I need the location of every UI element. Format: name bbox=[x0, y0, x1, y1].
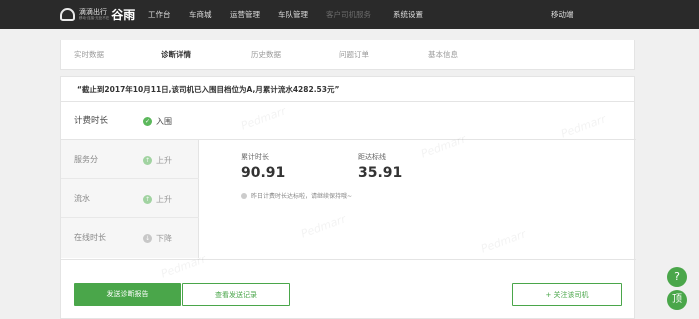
help-icon[interactable]: ? bbox=[667, 267, 687, 287]
follow-driver-button[interactable]: + 关注该司机 bbox=[512, 283, 622, 306]
tab-problem-orders[interactable]: 问题订单 bbox=[339, 40, 369, 70]
accumulated-time-label: 累计时长 bbox=[241, 153, 269, 161]
nav-settings[interactable]: 系统设置 bbox=[393, 0, 423, 29]
detail-tabs: 实时数据 诊断详情 历史数据 问题订单 基本信息 bbox=[60, 40, 635, 70]
check-icon: ✓ bbox=[143, 117, 152, 126]
tab-history-data[interactable]: 历史数据 bbox=[251, 40, 281, 70]
indicator-label: 在线时长 bbox=[74, 233, 106, 242]
accumulated-time-value: 90.91 bbox=[241, 165, 286, 181]
indicator-status-text: 上升 bbox=[156, 156, 172, 165]
nav-workbench[interactable]: 工作台 bbox=[148, 0, 171, 29]
tab-realtime-data[interactable]: 实时数据 bbox=[74, 40, 104, 70]
billing-time-row: 计费时长 ✓ 入围 bbox=[61, 102, 636, 140]
summary-notice-text: “截止到2017年10月11日,该司机已入围目档位为A,月累计流水4282.53… bbox=[77, 85, 340, 94]
indicator-label: 流水 bbox=[74, 194, 90, 203]
info-icon bbox=[241, 192, 247, 199]
indicator-list: 服务分 ↑ 上升 流水 ↑ 上升 在线时长 ↓ 下降 bbox=[61, 140, 199, 258]
mobile-link[interactable]: 移动端 bbox=[551, 0, 574, 29]
indicator-status-text: 上升 bbox=[156, 195, 172, 204]
billing-time-status-text: 入围 bbox=[156, 117, 172, 126]
indicator-status: ↓ 下降 bbox=[143, 233, 172, 244]
encouragement-tip-text: 昨日计费时长达标啦，请继续保持哦~ bbox=[251, 193, 353, 200]
brand-slogan: 移动·连接·无处不在 bbox=[79, 15, 110, 20]
indicator-row[interactable]: 流水 ↑ 上升 bbox=[61, 179, 199, 218]
billing-time-label: 计费时长 bbox=[74, 116, 109, 126]
indicator-status: ↑ 上升 bbox=[143, 155, 172, 166]
trend-up-icon: ↑ bbox=[143, 195, 152, 204]
top-navigation-bar: 滴滴出行 移动·连接·无处不在 谷雨 工作台 车商城 运营管理 车队管理 客户司… bbox=[0, 0, 699, 29]
section-divider bbox=[61, 259, 636, 260]
diagnosis-panel: 计费时长 ✓ 入围 服务分 ↑ 上升 流水 ↑ 上升 在线时长 ↓ 下降 累计时… bbox=[60, 102, 636, 319]
tab-basic-info[interactable]: 基本信息 bbox=[428, 40, 458, 70]
gap-to-target-value: 35.91 bbox=[358, 165, 403, 181]
product-name: 谷雨 bbox=[111, 8, 136, 22]
billing-time-status: ✓ 入围 bbox=[143, 116, 172, 127]
didi-logo-icon bbox=[60, 8, 75, 21]
encouragement-tip: 昨日计费时长达标啦，请继续保持哦~ bbox=[241, 191, 352, 200]
app-logo[interactable]: 滴滴出行 移动·连接·无处不在 谷雨 bbox=[60, 6, 135, 23]
trend-down-icon: ↓ bbox=[143, 234, 152, 243]
nav-car-mall[interactable]: 车商城 bbox=[189, 0, 212, 29]
gap-to-target-label: 距达标线 bbox=[358, 153, 386, 161]
gap-to-target-metric: 距达标线 35.91 bbox=[358, 152, 402, 181]
indicator-status-text: 下降 bbox=[156, 234, 172, 243]
send-report-button[interactable]: 发送诊断报告 bbox=[74, 283, 181, 306]
indicator-status: ↑ 上升 bbox=[143, 194, 172, 205]
indicator-row[interactable]: 服务分 ↑ 上升 bbox=[61, 140, 199, 179]
nav-operations[interactable]: 运营管理 bbox=[230, 0, 260, 29]
indicator-row[interactable]: 在线时长 ↓ 下降 bbox=[61, 218, 199, 257]
indicator-label: 服务分 bbox=[74, 155, 98, 164]
summary-notice: “截止到2017年10月11日,该司机已入围目档位为A,月累计流水4282.53… bbox=[60, 76, 635, 102]
brand-name: 滴滴出行 bbox=[79, 7, 107, 16]
back-to-top-icon[interactable]: 顶 bbox=[667, 290, 687, 310]
view-records-button[interactable]: 查看发送记录 bbox=[182, 283, 290, 306]
tab-diagnosis-detail[interactable]: 诊断详情 bbox=[161, 40, 191, 70]
nav-driver-service[interactable]: 客户司机服务 bbox=[326, 0, 371, 29]
trend-up-icon: ↑ bbox=[143, 156, 152, 165]
nav-fleet[interactable]: 车队管理 bbox=[278, 0, 308, 29]
accumulated-time-metric: 累计时长 90.91 bbox=[241, 152, 285, 181]
